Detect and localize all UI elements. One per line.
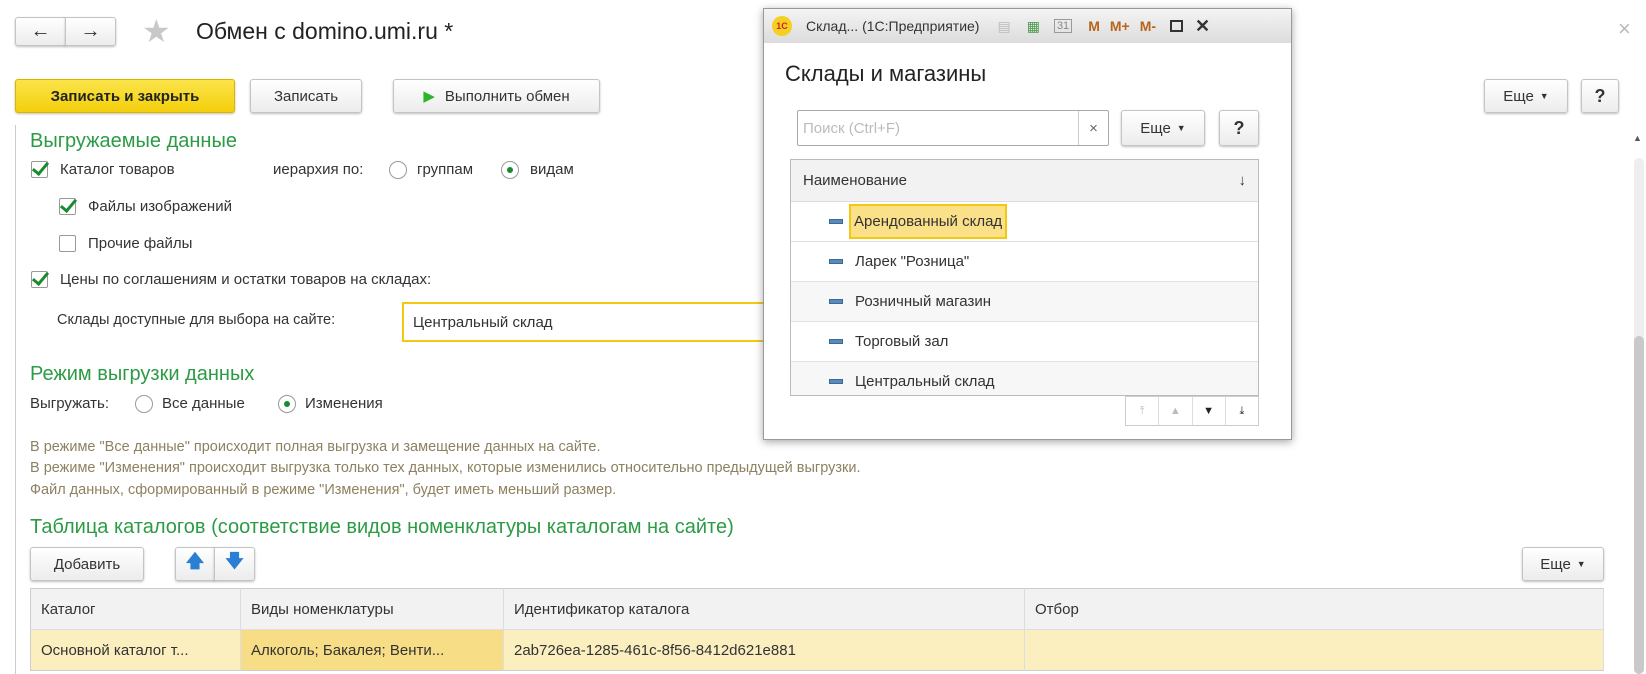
run-exchange-button[interactable]: ▶ Выполнить обмен <box>393 79 600 113</box>
scroll-up-icon[interactable]: ▲ <box>1633 133 1642 143</box>
item-icon <box>829 299 843 304</box>
move-up-button[interactable]: 🡅 <box>175 547 215 581</box>
dialog-titlebar: 1С Склад... (1С:Предприятие) ▤ ▦ 31 M M+… <box>764 9 1291 43</box>
add-button[interactable]: Добавить <box>30 547 144 581</box>
warehouses-input[interactable]: Центральный склад <box>402 302 782 342</box>
chevron-down-icon: ▼ <box>1539 91 1549 101</box>
hierarchy-groups-label: группам <box>417 161 474 178</box>
arrow-left-icon: ← <box>30 20 51 42</box>
sort-arrow-icon: ↓ <box>1238 172 1247 189</box>
mode-changes-radio[interactable] <box>278 395 296 413</box>
column-header-catalog[interactable]: Каталог <box>30 588 241 630</box>
catalog-checkbox[interactable] <box>31 161 48 178</box>
list-header[interactable]: Наименование ↓ <box>791 160 1258 202</box>
column-header-id[interactable]: Идентификатор каталога <box>503 588 1025 630</box>
last-item-icon[interactable]: ⤓ <box>1226 397 1258 425</box>
catalogs-table: Каталог Виды номенклатуры Идентификатор … <box>30 588 1604 671</box>
hierarchy-kinds-radio[interactable] <box>501 161 519 179</box>
help-button[interactable]: ? <box>1581 79 1619 113</box>
arrow-down-icon: 🡇 <box>225 551 244 571</box>
clear-search-button[interactable]: × <box>1078 111 1108 145</box>
maximize-icon[interactable] <box>1170 20 1184 32</box>
close-icon[interactable]: × <box>1618 16 1631 42</box>
section-heading-catalogs: Таблица каталогов (соответствие видов но… <box>30 516 734 538</box>
dialog-more-button[interactable]: Еще ▼ <box>1121 110 1205 146</box>
first-item-icon[interactable]: ⤒ <box>1126 397 1160 425</box>
item-icon <box>829 339 843 344</box>
mode-info-line: Файл данных, сформированный в режиме "Из… <box>30 482 617 498</box>
search-input[interactable]: Поиск (Ctrl+F) × <box>797 110 1109 146</box>
next-item-icon[interactable]: ▼ <box>1193 397 1226 425</box>
list-item[interactable]: Ларек "Розница" <box>791 242 1258 282</box>
mode-info-line: В режиме "Изменения" происходит выгрузка… <box>30 460 861 476</box>
calendar-icon[interactable]: 31 <box>1053 19 1073 33</box>
mode-all-label: Все данные <box>162 395 245 412</box>
arrow-right-icon: → <box>80 20 101 42</box>
column-header-filter[interactable]: Отбор <box>1024 588 1604 630</box>
memory-minus-button[interactable]: M- <box>1140 18 1156 34</box>
item-icon <box>829 219 843 224</box>
images-checkbox[interactable] <box>59 198 76 215</box>
column-header-name: Наименование <box>803 172 907 189</box>
section-heading-export: Выгружаемые данные <box>30 130 237 152</box>
more-button[interactable]: Еще ▼ <box>1484 79 1568 113</box>
forward-button[interactable]: → <box>65 17 116 46</box>
other-files-checkbox[interactable] <box>59 235 76 252</box>
mode-info-line: В режиме "Все данные" происходит полная … <box>30 439 601 455</box>
cell-kinds[interactable]: Алкоголь; Бакалея; Венти... <box>240 629 504 671</box>
item-icon <box>829 379 843 384</box>
item-icon <box>829 259 843 264</box>
page-title: Обмен с domino.umi.ru * <box>196 18 454 44</box>
cell-filter[interactable] <box>1024 629 1604 671</box>
list-item[interactable]: Арендованный склад <box>791 202 1258 242</box>
hierarchy-kinds-label: видам <box>530 161 574 178</box>
save-and-close-button[interactable]: Записать и закрыть <box>15 79 235 113</box>
warehouses-list: Наименование ↓ Арендованный склад Ларек … <box>790 159 1259 396</box>
cell-catalog[interactable]: Основной каталог т... <box>30 629 241 671</box>
save-button[interactable]: Записать <box>250 79 362 113</box>
dialog-heading: Склады и магазины <box>785 61 987 86</box>
chevron-down-icon: ▼ <box>1176 123 1186 133</box>
table-row[interactable]: Основной каталог т... Алкоголь; Бакалея;… <box>30 629 1604 671</box>
memory-plus-button[interactable]: M+ <box>1110 18 1130 34</box>
hierarchy-label: иерархия по: <box>273 161 364 178</box>
warehouses-label: Склады доступные для выбора на сайте: <box>57 312 336 328</box>
dialog-close-icon[interactable]: ✕ <box>1195 16 1210 37</box>
mode-label: Выгружать: <box>30 395 109 412</box>
images-label: Файлы изображений <box>88 198 232 215</box>
hierarchy-groups-radio[interactable] <box>389 161 407 179</box>
mode-changes-label: Изменения <box>305 395 383 412</box>
prices-label: Цены по соглашениям и остатки товаров на… <box>60 271 432 288</box>
form-left-border <box>15 125 16 674</box>
dialog-help-button[interactable]: ? <box>1219 110 1259 146</box>
section-heading-mode: Режим выгрузки данных <box>30 363 255 385</box>
dialog-window-title: Склад... (1С:Предприятие) <box>806 18 980 34</box>
prices-checkbox[interactable] <box>31 271 48 288</box>
print-icon[interactable]: ▤ <box>997 18 1010 35</box>
other-files-label: Прочие файлы <box>88 235 193 252</box>
list-item[interactable]: Розничный магазин <box>791 282 1258 322</box>
scrollbar-track[interactable] <box>1634 158 1644 674</box>
chevron-down-icon: ▼ <box>1576 559 1586 569</box>
calculator-icon[interactable]: ▦ <box>1027 18 1040 35</box>
back-button[interactable]: ← <box>15 17 66 46</box>
list-item[interactable]: Центральный склад <box>791 362 1258 395</box>
move-down-button[interactable]: 🡇 <box>214 547 255 581</box>
catalogs-more-button[interactable]: Еще ▼ <box>1522 547 1604 581</box>
arrow-up-icon: 🡅 <box>185 551 205 571</box>
cell-id[interactable]: 2ab726ea-1285-461c-8f56-8412d621e881 <box>503 629 1025 671</box>
favorite-star-icon[interactable]: ★ <box>142 12 171 50</box>
list-item[interactable]: Торговый зал <box>791 322 1258 362</box>
previous-item-icon[interactable]: ▲ <box>1159 397 1193 425</box>
mode-all-radio[interactable] <box>135 395 153 413</box>
catalog-label: Каталог товаров <box>60 161 175 178</box>
scrollbar-thumb[interactable] <box>1634 336 1644 674</box>
play-icon: ▶ <box>423 88 435 105</box>
warehouses-dialog: 1С Склад... (1С:Предприятие) ▤ ▦ 31 M M+… <box>763 8 1292 440</box>
1c-logo-icon: 1С <box>772 16 792 36</box>
column-header-kinds[interactable]: Виды номенклатуры <box>240 588 504 630</box>
memory-m-button[interactable]: M <box>1088 18 1100 34</box>
list-navigation: ⤒ ▲ ▼ ⤓ <box>1125 396 1259 426</box>
